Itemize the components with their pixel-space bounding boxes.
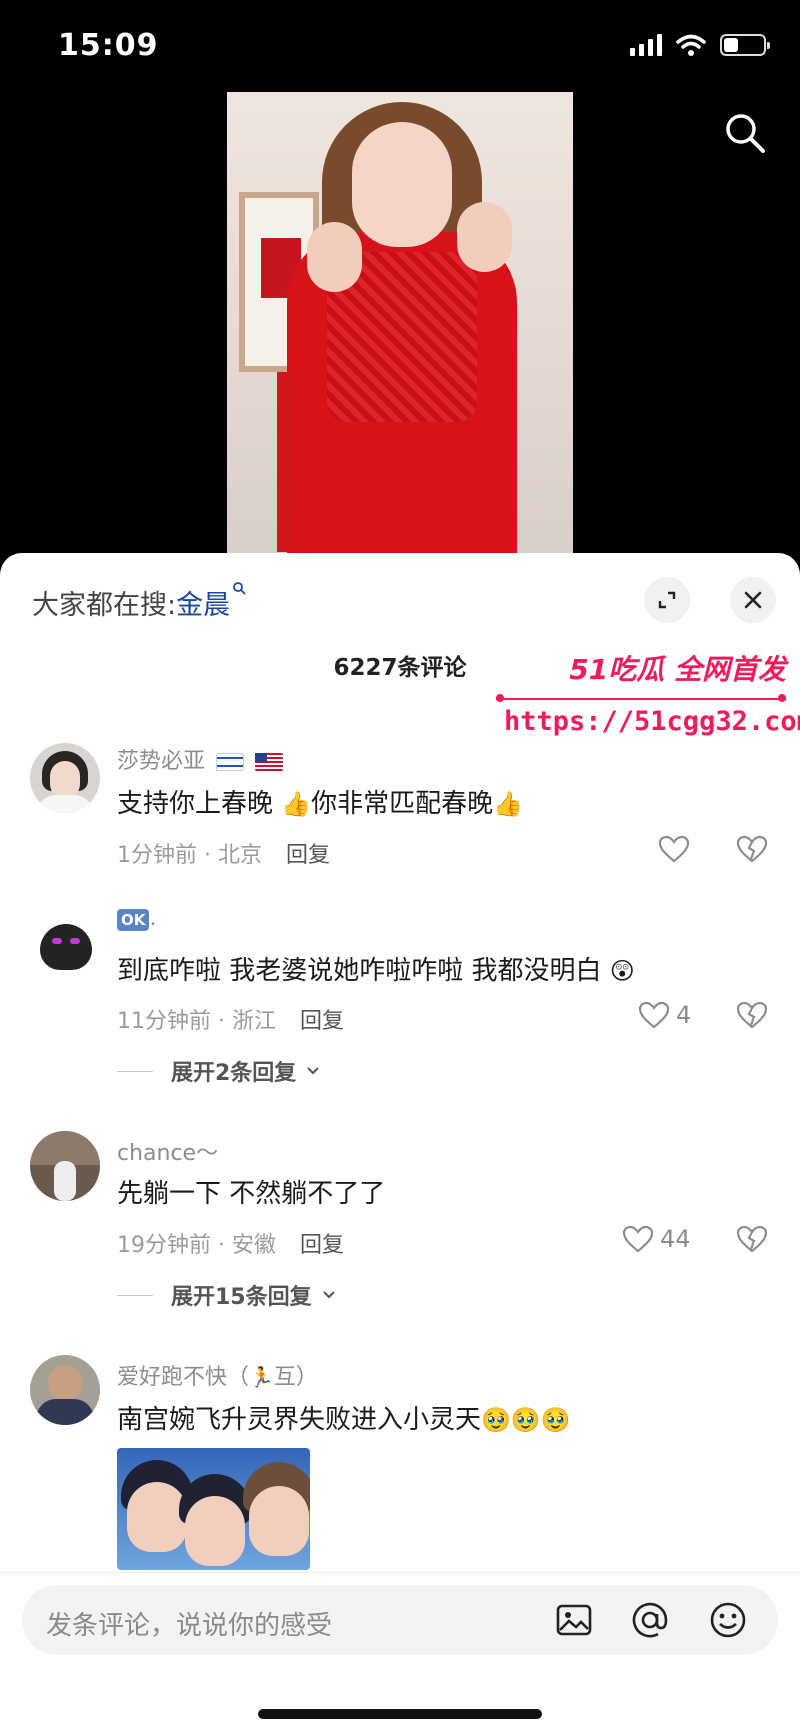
character-face [185,1496,245,1566]
expand-divider [117,1294,153,1296]
broken-heart-icon[interactable] [736,1225,768,1253]
watermark: 51吃瓜 全网首发 https://51cgg32.com [496,648,800,758]
watermark-divider [496,698,786,700]
expand-replies-button[interactable]: 展开15条回复 [117,1279,336,1311]
video-player[interactable] [227,92,573,554]
video-person-face [352,122,452,247]
at-icon[interactable] [630,1600,670,1640]
heart-icon [622,1225,654,1253]
comment-meta: 11分钟前 · 浙江 回复 [117,1003,344,1035]
wifi-icon [676,34,706,56]
comment-input-bar: 发条评论，说说你的感受 [0,1572,800,1732]
minimize-button[interactable] [644,577,690,623]
status-icons [630,34,770,56]
expand-replies-button[interactable]: 展开2条回复 [117,1055,320,1087]
watermark-title: 51吃瓜 全网首发 [569,653,786,686]
close-icon [744,591,762,609]
minimize-icon [658,591,676,609]
like-button[interactable] [658,835,690,863]
comment-image[interactable] [117,1448,310,1570]
avatar[interactable] [30,1131,100,1201]
like-count: 44 [660,1225,691,1253]
broken-heart-icon[interactable] [736,1001,768,1029]
trending-prefix: 大家都在搜: [32,590,177,621]
comment-meta: 1分钟前 · 北京 回复 [117,837,330,869]
heart-icon [638,1001,670,1029]
home-indicator[interactable] [258,1709,542,1719]
character-face [249,1486,309,1556]
comment-meta: 19分钟前 · 安徽 回复 [117,1227,344,1259]
runner-emoji: 🏃 [249,1365,274,1389]
like-button[interactable]: 4 [638,1001,691,1029]
trending-search[interactable]: 大家都在搜:金晨 [32,582,246,622]
cellular-signal-icon [630,34,662,56]
like-button[interactable]: 44 [622,1225,691,1253]
comment-text: 支持你上春晚 👍你非常匹配春晚👍 [117,789,524,819]
comment-input-placeholder: 发条评论，说说你的感受 [46,1611,333,1641]
video-person-hand-left [307,222,362,292]
watermark-dot [778,694,786,702]
reply-button[interactable]: 回复 [300,1233,344,1258]
comment-username[interactable]: OK. [117,906,156,931]
israel-flag-icon [216,753,245,771]
status-bar: 15:09 [0,0,800,90]
trending-keyword[interactable]: 金晨 [176,590,230,621]
battery-icon [720,34,770,56]
us-flag-icon [255,753,284,771]
reply-button[interactable]: 回复 [286,843,330,868]
emoji-icon[interactable] [708,1600,748,1640]
comment-username[interactable]: chance～ [117,1135,218,1167]
crying-emoji: 🥹🥹🥹 [481,1406,571,1434]
chevron-down-icon [322,1291,335,1299]
comment-text: 到底咋啦 我老婆说她咋啦咋啦 我都没明白 😲 [117,956,635,986]
watermark-url: https://51cgg32.com [504,706,800,737]
comment-text: 先躺一下 不然躺不了了 [117,1179,386,1209]
trending-search-icon [233,582,246,595]
avatar[interactable] [30,1355,100,1425]
comment-time-location: 1分钟前 · 北京 [117,843,262,868]
comment-time-location: 19分钟前 · 安徽 [117,1233,276,1258]
video-person-hand-right [457,202,512,272]
chevron-down-icon [307,1067,320,1075]
avatar[interactable] [30,743,100,813]
ok-badge: OK [117,909,150,931]
watermark-dot [496,694,504,702]
like-count: 4 [676,1001,692,1029]
astonished-emoji: 😲 [609,957,635,985]
search-icon[interactable] [722,110,768,156]
comment-input[interactable]: 发条评论，说说你的感受 [22,1585,778,1655]
comment-time-location: 11分钟前 · 浙江 [117,1009,276,1034]
comment-username[interactable]: 莎势必亚 [117,743,284,775]
video-ribbon [277,372,291,552]
character-face [127,1482,187,1552]
comment-username[interactable]: 爱好跑不快（🏃互） [117,1359,318,1391]
status-time: 15:09 [58,28,159,63]
avatar[interactable] [30,910,100,980]
thumbs-up-emoji: 👍 [281,790,312,818]
heart-icon [658,835,690,863]
thumbs-up-emoji: 👍 [493,790,524,818]
broken-heart-icon[interactable] [736,835,768,863]
image-icon[interactable] [554,1600,594,1640]
comment-text: 南宫婉飞升灵界失败进入小灵天🥹🥹🥹 [117,1405,571,1435]
reply-button[interactable]: 回复 [300,1009,344,1034]
close-button[interactable] [730,577,776,623]
expand-divider [117,1070,153,1072]
